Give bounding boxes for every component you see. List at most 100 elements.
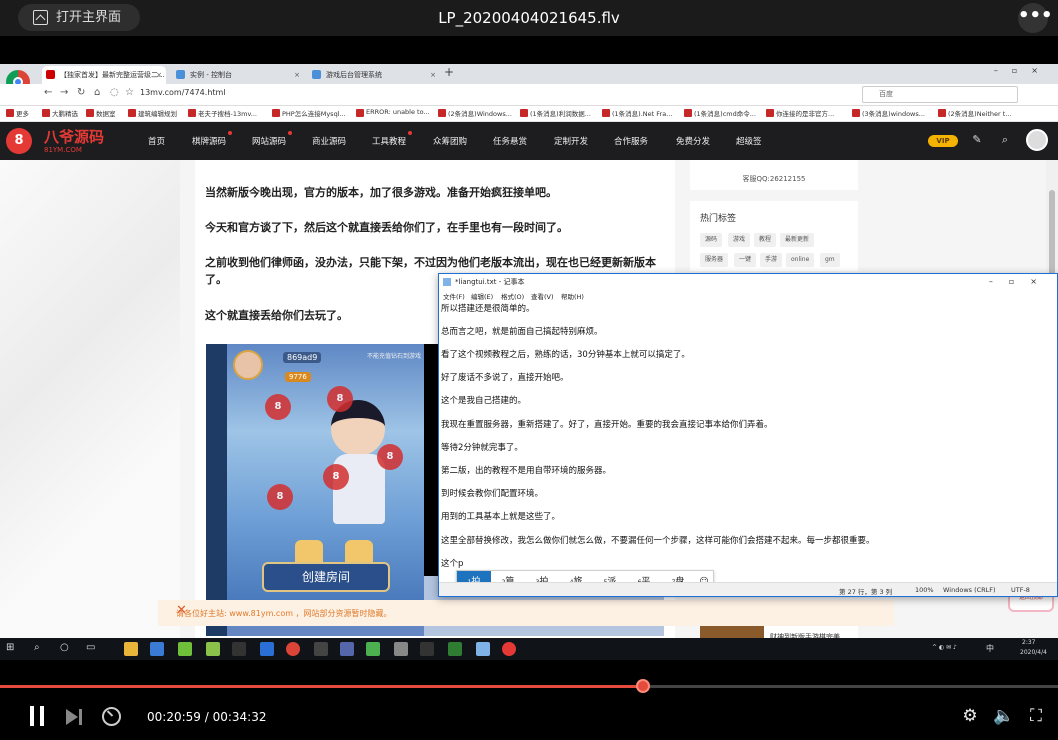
task-view-icon[interactable]: ▭ bbox=[86, 642, 95, 653]
app-icon[interactable] bbox=[502, 642, 516, 656]
tag-chip[interactable]: 源码 bbox=[700, 233, 723, 247]
nav-item-free-dist[interactable]: 免费分发 bbox=[676, 135, 710, 147]
loop-icon[interactable] bbox=[102, 707, 121, 726]
star-icon[interactable]: ☆ bbox=[125, 87, 134, 98]
tag-chip[interactable]: 服务器 bbox=[700, 253, 729, 267]
edit-icon[interactable]: ✎ bbox=[970, 133, 984, 147]
chrome-icon[interactable] bbox=[286, 642, 300, 656]
clock-time[interactable]: 2:37 bbox=[1022, 639, 1035, 646]
scrollbar-thumb[interactable] bbox=[1049, 190, 1055, 280]
nav-item-custom-dev[interactable]: 定制开发 bbox=[554, 135, 588, 147]
browser-tab[interactable]: 【独家首发】最新完整运营级二... × bbox=[42, 66, 166, 84]
tag-chip[interactable]: 教程 bbox=[754, 233, 777, 247]
back-icon[interactable]: ← bbox=[44, 87, 52, 98]
menu-view[interactable]: 查看(V) bbox=[531, 291, 554, 301]
reload-icon[interactable]: ↻ bbox=[77, 87, 85, 98]
search-box[interactable]: 百度 bbox=[862, 86, 1018, 103]
bookmark-item[interactable]: 大鹏精选 bbox=[42, 108, 78, 118]
app-icon[interactable] bbox=[340, 642, 354, 656]
close-icon[interactable]: × bbox=[294, 66, 300, 84]
bookmark-item[interactable]: 你连接的是非官方... bbox=[766, 108, 834, 118]
avatar[interactable] bbox=[1026, 129, 1048, 151]
watermark-logo-icon: 8 bbox=[327, 386, 353, 412]
file-explorer-icon[interactable] bbox=[124, 642, 138, 656]
bookmark-item[interactable]: 更多 bbox=[6, 108, 29, 118]
new-tab-button[interactable]: + bbox=[444, 65, 454, 79]
nav-item-site-source[interactable]: 网站源码 bbox=[252, 131, 293, 147]
fullscreen-icon[interactable]: ⛶ bbox=[1026, 706, 1046, 726]
nav-item-home[interactable]: 首页 bbox=[148, 135, 165, 147]
close-icon[interactable]: × bbox=[430, 66, 436, 84]
wechat-icon[interactable] bbox=[448, 642, 462, 656]
cortana-icon[interactable]: ○ bbox=[60, 642, 69, 653]
url-field[interactable]: 13mv.com/7474.html bbox=[140, 88, 226, 97]
search-icon[interactable]: ⌕ bbox=[34, 642, 40, 653]
bookmark-item[interactable]: 数据室 bbox=[86, 108, 116, 118]
app-icon[interactable] bbox=[366, 642, 380, 656]
menu-help[interactable]: 帮助(H) bbox=[561, 291, 584, 301]
next-bar-icon[interactable] bbox=[79, 709, 82, 725]
bookmark-item[interactable]: (1条消息)利润数据... bbox=[520, 108, 591, 118]
menu-file[interactable]: 文件(F) bbox=[443, 291, 465, 301]
search-icon[interactable]: ⌕ bbox=[998, 133, 1012, 147]
nav-item-chess-source[interactable]: 棋牌源码 bbox=[192, 131, 233, 147]
bookmark-item[interactable]: ERROR: unable to... bbox=[356, 108, 430, 117]
window-controls[interactable]: –▫× bbox=[994, 66, 1052, 75]
clock-date[interactable]: 2020/4/4 bbox=[1020, 649, 1047, 656]
bookmark-item[interactable]: (2条消息)Windows... bbox=[438, 108, 512, 118]
nav-item-crowdfund[interactable]: 众筹团购 bbox=[433, 135, 467, 147]
nav-item-partner[interactable]: 合作服务 bbox=[614, 135, 648, 147]
forward-icon[interactable]: → bbox=[60, 87, 68, 98]
terminal-icon[interactable] bbox=[232, 642, 246, 656]
qq-contact[interactable]: 客服QQ:26212155 bbox=[690, 174, 858, 184]
tag-chip[interactable]: 一键 bbox=[734, 253, 757, 267]
site-logo-icon[interactable]: 8 bbox=[6, 128, 32, 154]
bookmark-item[interactable]: (3条消息)windows... bbox=[852, 108, 925, 118]
tag-chip[interactable]: gm bbox=[820, 253, 840, 267]
app-icon[interactable] bbox=[314, 642, 328, 656]
tray-icons[interactable]: ^ ◐ ✉ ♪ bbox=[932, 644, 957, 651]
notepad-taskbar-icon[interactable] bbox=[476, 642, 490, 656]
browser-tab[interactable]: 实例 - 控制台 × bbox=[172, 66, 304, 84]
mail-icon[interactable] bbox=[150, 642, 164, 656]
volume-icon[interactable]: 🔈 bbox=[993, 706, 1014, 726]
tag-chip[interactable]: 游戏 bbox=[728, 233, 751, 247]
nav-item-super-sign[interactable]: 超级签 bbox=[736, 135, 762, 147]
bookmark-item[interactable]: (1条消息).Net Fra... bbox=[602, 108, 672, 118]
nav-item-tools[interactable]: 工具教程 bbox=[372, 131, 413, 147]
bookmark-item[interactable]: 建筑编辑规划 bbox=[128, 108, 177, 118]
progress-knob[interactable] bbox=[635, 679, 650, 693]
tag-chip[interactable]: 手游 bbox=[760, 253, 783, 267]
settings-icon[interactable]: ⚙ bbox=[960, 706, 980, 726]
ime-language[interactable]: 中 bbox=[986, 643, 994, 654]
notepad-window-controls[interactable]: –▫× bbox=[989, 274, 1053, 290]
close-icon[interactable]: ✕ bbox=[176, 603, 886, 618]
browser-tab[interactable]: 游戏后台管理系统 × bbox=[308, 66, 440, 84]
bookmark-item[interactable]: PHP怎么连接Mysql... bbox=[272, 108, 346, 118]
more-options-button[interactable]: ••• bbox=[1018, 3, 1053, 33]
shield-icon[interactable]: ◌ bbox=[110, 87, 119, 98]
tag-chip[interactable]: online bbox=[786, 253, 815, 267]
menu-edit[interactable]: 编辑(E) bbox=[471, 291, 493, 301]
bookmark-item[interactable]: (1条消息)cmd命令... bbox=[684, 108, 756, 118]
next-icon[interactable] bbox=[66, 709, 78, 725]
app-icon[interactable] bbox=[260, 642, 274, 656]
app-icon[interactable] bbox=[394, 642, 408, 656]
close-icon[interactable]: × bbox=[156, 66, 162, 84]
nav-item-commercial[interactable]: 商业源码 bbox=[312, 135, 346, 147]
tag-chip[interactable]: 最新更新 bbox=[780, 233, 815, 247]
bookmark-item[interactable]: (2条消息)Neither t... bbox=[938, 108, 1012, 118]
menu-format[interactable]: 格式(O) bbox=[501, 291, 524, 301]
qq-card: 客服QQ:26212155 bbox=[690, 160, 858, 190]
nav-item-bounty[interactable]: 任务悬赏 bbox=[493, 135, 527, 147]
vip-badge[interactable]: VIP bbox=[928, 135, 958, 147]
home-page-icon[interactable]: ⌂ bbox=[94, 87, 100, 98]
progress-bar[interactable] bbox=[0, 685, 1058, 688]
site-logo[interactable]: 八爷源码 bbox=[44, 126, 104, 147]
app-icon[interactable] bbox=[178, 642, 192, 656]
start-icon[interactable]: ⊞ bbox=[6, 642, 14, 653]
app-icon[interactable] bbox=[420, 642, 434, 656]
android-icon[interactable] bbox=[206, 642, 220, 656]
bookmark-item[interactable]: 老夫子搜档-13mv... bbox=[188, 108, 257, 118]
pause-button[interactable] bbox=[28, 706, 46, 726]
